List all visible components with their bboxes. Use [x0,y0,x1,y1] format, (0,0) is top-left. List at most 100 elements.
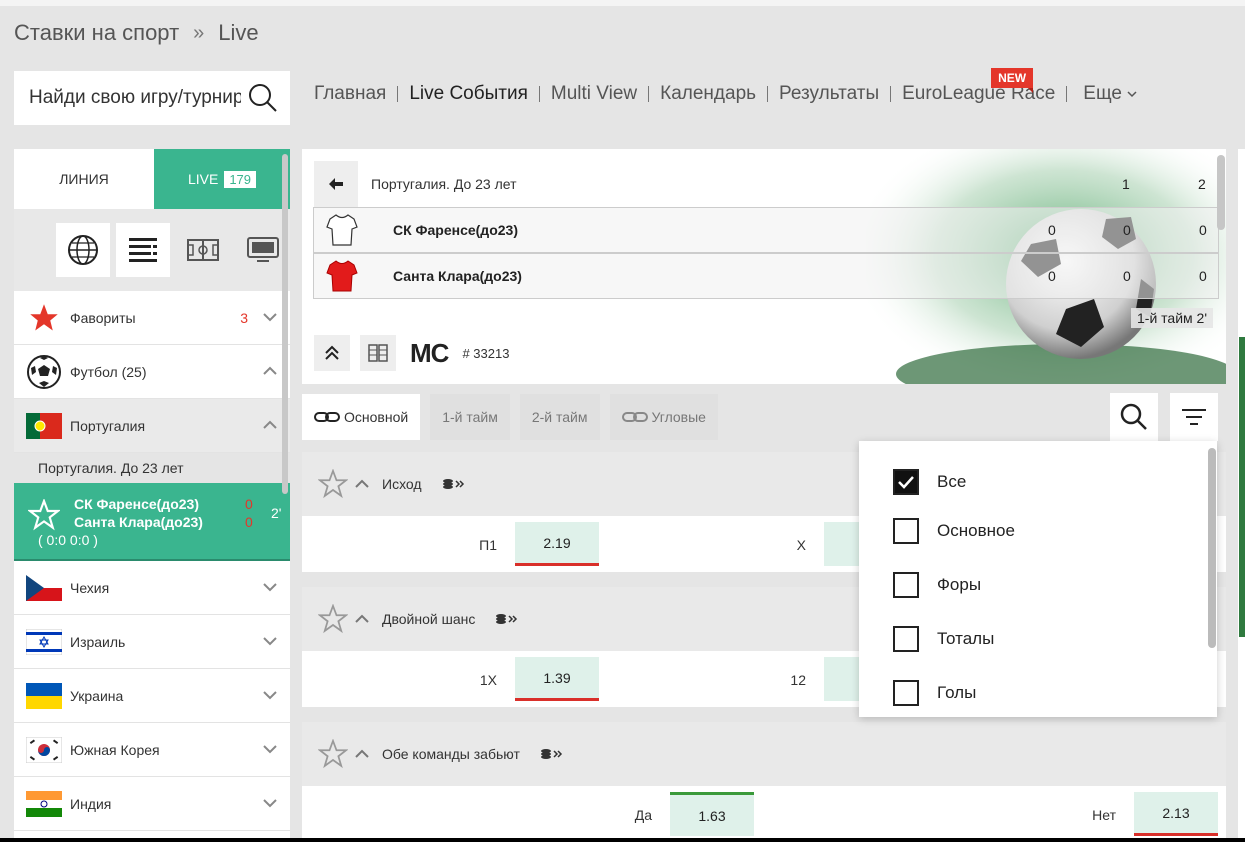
chevron-down-icon [263,313,277,322]
sidebar-item-india[interactable]: Индия [14,777,290,831]
tab-main-market[interactable]: Основной [302,394,421,440]
filter-option-totals[interactable]: Тоталы [893,626,994,652]
main-content: Португалия. До 23 лет 1 2 СК Фаренсе(до2… [302,149,1226,842]
market-double-title: Двойной шанс [382,611,476,627]
nav-multi-view[interactable]: Multi View [540,84,650,103]
scoreboard-team1-row: СК Фаренсе(до23) 0 0 0 [313,207,1219,253]
football-icon [27,354,61,389]
star-outline-icon[interactable] [318,604,348,634]
south-korea-label: Южная Корея [70,741,160,758]
sidebar-item-czech[interactable]: Чехия [14,561,290,615]
scoreboard-team2-p2: 0 [1199,268,1207,284]
coins-icon [442,479,464,489]
market-both-header[interactable]: Обе команды забьют [302,722,1226,786]
tab-first-half[interactable]: 1-й тайм [430,394,510,440]
chevron-up-icon[interactable] [354,476,370,492]
sidebar-item-portugal[interactable]: Португалия [14,399,290,453]
nav-euroleague-race[interactable]: EuroLeague Race NEW [891,68,1068,103]
filter-option-handicap[interactable]: Форы [893,572,981,598]
collapse-button[interactable] [314,335,350,371]
globe-view-button[interactable] [56,223,110,277]
odd-label-x: Х [796,537,806,553]
nav-live-events[interactable]: Live События [398,84,540,103]
market-outcome-title: Исход [382,476,422,492]
nav-home[interactable]: Главная [314,84,399,103]
filter-option-goals[interactable]: Голы [893,680,976,706]
star-outline-icon[interactable] [28,499,60,531]
checkbox-unchecked[interactable] [893,680,919,706]
tab-second-half[interactable]: 2-й тайм [519,394,600,440]
filter-option-totals-label: Тоталы [937,629,995,648]
nav-results[interactable]: Результаты [768,84,892,103]
sidebar-item-favorites[interactable]: Фавориты 3 [14,291,290,345]
sidebar-scrollbar[interactable] [282,154,288,494]
israel-flag-icon [26,628,62,655]
top-navigation: Главная Live События Multi View Календар… [314,68,1149,103]
south-korea-flag-icon [26,736,62,763]
tab-line[interactable]: ЛИНИЯ [14,149,154,209]
chevron-up-icon[interactable] [354,746,370,762]
checkbox-unchecked[interactable] [893,518,919,544]
sidebar-item-ukraine[interactable]: Украина [14,669,290,723]
breadcrumb-separator: » [193,21,205,44]
check-icon [898,476,914,489]
sidebar-item-israel[interactable]: Израиль [14,615,290,669]
chevron-down-icon [263,745,277,754]
scoreboard-scrollbar[interactable] [1217,155,1225,230]
field-view-button[interactable] [176,223,230,277]
search-input[interactable] [29,87,241,109]
market-search-button[interactable] [1110,393,1158,441]
star-outline-icon[interactable] [318,469,348,499]
sidebar-league-label[interactable]: Португалия. До 23 лет [14,453,290,483]
list-icon [129,238,157,262]
chevron-down-icon [263,637,277,646]
bottom-border [0,838,1245,842]
tab-corners[interactable]: Угловые [609,394,718,440]
india-flag-icon [26,790,62,817]
tab-live[interactable]: LIVE 179 [154,149,290,209]
view-switcher [14,209,290,291]
chevron-up-icon[interactable] [354,611,370,627]
odd-button-yes[interactable]: 1.63 [670,792,754,836]
match-score2: 0 [245,514,253,530]
link-icon [314,412,340,422]
nav-calendar[interactable]: Календарь [649,84,769,103]
breadcrumb-root[interactable]: Ставки на спорт [14,20,179,46]
filter-option-main[interactable]: Основное [893,518,1015,544]
checkbox-unchecked[interactable] [893,626,919,652]
live-count-badge: 179 [224,170,257,188]
columns-view-button[interactable] [360,335,396,371]
sidebar-live-match[interactable]: СК Фаренсе(до23) Санта Клара(до23) 0 0 2… [14,483,290,561]
tab-main-label: Основной [344,409,409,425]
odd-button-no[interactable]: 2.13 [1134,792,1218,836]
sidebar-item-south-korea[interactable]: Южная Корея [14,723,290,777]
odd-button-1x[interactable]: 1.39 [515,657,599,701]
scoreboard-team2-row: Санта Клара(до23) 0 0 0 [313,253,1219,299]
nav-more[interactable]: Еще [1067,84,1149,103]
market-filter-button[interactable] [1170,393,1218,441]
tv-icon [247,237,279,262]
odd-label-no: Нет [1092,807,1116,823]
checkbox-unchecked[interactable] [893,572,919,598]
arrow-left-icon [329,178,343,190]
sidebar-item-football[interactable]: Футбол (25) [14,345,290,399]
list-view-button[interactable] [116,223,170,277]
market-both-body: Да 1.63 Нет 2.13 [302,786,1226,842]
match-time: 2' [271,505,282,521]
odd-button-p1[interactable]: 2.19 [515,522,599,566]
search-box [14,71,290,125]
star-filled-icon [30,303,58,330]
filter-option-all[interactable]: Все [893,469,966,495]
checkbox-checked[interactable] [893,469,919,495]
ukraine-label: Украина [70,687,124,704]
columns-icon [368,344,388,362]
back-button[interactable] [314,161,358,207]
filter-option-all-label: Все [937,472,967,491]
dropdown-scrollbar[interactable] [1208,448,1216,648]
tab-first-half-label: 1-й тайм [442,409,498,425]
match-team2: Санта Клара(до23) [74,514,203,530]
star-outline-icon[interactable] [318,739,348,769]
chevron-up-icon [263,420,277,429]
new-badge: NEW [991,68,1034,93]
search-icon[interactable] [248,83,278,113]
